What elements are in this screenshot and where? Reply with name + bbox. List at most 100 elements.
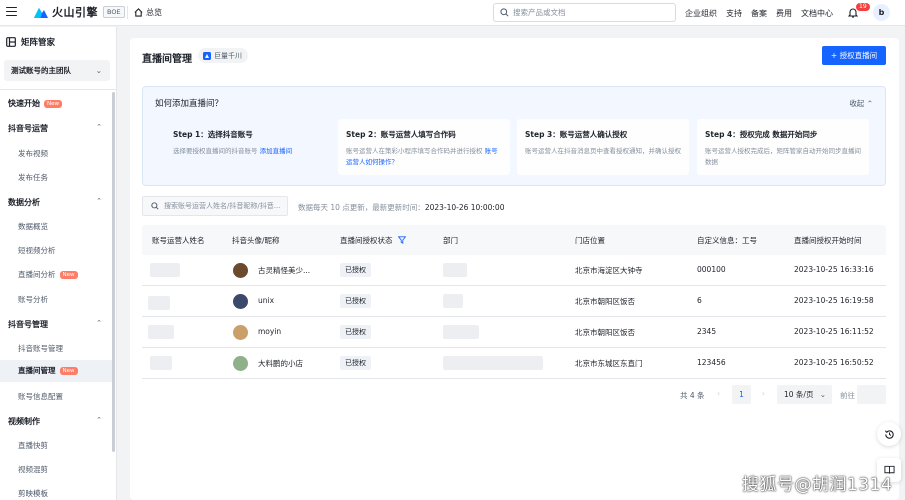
sidebar-group-douyin-ops[interactable]: 抖音号运营 ⌃	[8, 123, 108, 134]
sidebar-item-publish-video[interactable]: 发布视频	[18, 148, 48, 159]
sidebar-item-label: 快速开始	[8, 99, 40, 108]
chevron-up-icon: ⌃	[96, 416, 102, 424]
sidebar-item-live-room-mgmt[interactable]: 直播间管理 New	[0, 360, 112, 382]
new-badge: New	[44, 100, 62, 108]
top-nav-links: 企业组织 支持 备案 费用 文档中心	[685, 8, 842, 19]
nav-enterprise-org[interactable]: 企业组织	[685, 8, 717, 19]
header-avatar-nickname: 抖音头像/昵称	[232, 236, 280, 245]
sidebar-scrollbar[interactable]	[112, 92, 115, 452]
main-panel: 直播间管理 巨量千川 + 授权直播间 如何添加直播间？ 收起 ⌃ Step 1：…	[130, 38, 899, 500]
notification-count: 19	[856, 3, 870, 11]
sidebar-group-video-production[interactable]: 视频制作 ⌃	[8, 416, 108, 427]
page-title: 直播间管理	[142, 54, 192, 65]
redacted-operator-name	[150, 356, 172, 370]
menu-icon[interactable]	[6, 7, 17, 18]
sidebar-item-edit-template[interactable]: 剪映模板	[18, 488, 48, 499]
history-icon	[884, 429, 894, 439]
table-row[interactable]: 大料鹏的小店 已授权 北京市东城区东直门 123456 2023-10-25 1…	[142, 348, 886, 379]
douyin-nickname: 古灵精怪美少...	[258, 266, 311, 275]
sidebar-item-quick-start[interactable]: 快速开始 New	[8, 98, 108, 109]
chevron-down-icon: ⌄	[95, 66, 102, 75]
nav-support[interactable]: 支持	[726, 8, 742, 19]
volcano-engine-logo[interactable]: 火山引擎	[34, 4, 98, 20]
update-time: 2023-10-26 10:00:00	[424, 203, 505, 212]
sidebar-title: 矩阵管家	[21, 38, 56, 48]
auth-start-time: 2023-10-25 16:33:16	[794, 265, 874, 274]
nav-filing[interactable]: 备案	[751, 8, 767, 19]
sidebar-item-short-video-analysis[interactable]: 短视频分析	[18, 245, 56, 256]
douyin-avatar	[233, 294, 248, 309]
add-live-room-link[interactable]: 添加直播间	[260, 147, 293, 155]
redacted-operator-name	[150, 263, 180, 277]
overview-link[interactable]: 总览	[134, 7, 162, 18]
table-row[interactable]: unix 已授权 北京市朝阳区饭否 6 2023-10-25 16:19:58	[142, 286, 886, 317]
auth-start-time: 2023-10-25 16:11:52	[794, 327, 874, 336]
sidebar-item-data-overview[interactable]: 数据概览	[18, 221, 48, 232]
divider	[127, 6, 128, 19]
logo-mark-icon	[34, 5, 48, 19]
redacted-department	[443, 263, 467, 277]
sidebar-item-account-info-config[interactable]: 账号信息配置	[18, 391, 63, 402]
top-navigation-bar: 火山引擎 BOE 总览 企业组织 支持 备案 费用 文档中心 19 b	[0, 0, 905, 26]
sidebar-group-data-analysis[interactable]: 数据分析 ⌃	[8, 197, 108, 208]
matrix-icon	[6, 37, 16, 47]
sidebar-item-publish-task[interactable]: 发布任务	[18, 172, 48, 183]
operator-search-field[interactable]	[142, 196, 288, 216]
environment-badge: BOE	[103, 6, 125, 18]
custom-employee-id: 123456	[697, 358, 726, 367]
chevron-down-icon: ⌄	[819, 390, 826, 399]
prev-page-icon[interactable]: ‹	[717, 389, 720, 398]
search-input[interactable]	[513, 8, 663, 17]
step-desc-text: 账号运营人在策彩小程序填写合作码并进行授权	[346, 147, 483, 155]
douyin-avatar	[233, 263, 248, 278]
sidebar-item-video-mix[interactable]: 视频混剪	[18, 464, 48, 475]
watermark: 搜狐号@胡润1314	[742, 475, 893, 495]
header-store-location: 门店位置	[575, 236, 605, 245]
operator-search-input[interactable]	[164, 202, 284, 210]
sidebar-item-douyin-account-mgmt[interactable]: 抖音账号管理	[18, 343, 63, 354]
sidebar-item-live-clip[interactable]: 直播快剪	[18, 440, 48, 451]
custom-employee-id: 000100	[697, 265, 726, 274]
sidebar-group-label: 抖音号运营	[8, 124, 48, 133]
authorize-live-room-button[interactable]: + 授权直播间	[822, 46, 886, 65]
table-row[interactable]: 古灵精怪美少... 已授权 北京市海淀区大钟寺 000100 2023-10-2…	[142, 255, 886, 286]
store-location: 北京市海淀区大钟寺	[575, 266, 643, 275]
chevron-double-up-icon: ⌃	[866, 99, 873, 108]
sidebar-group-label: 抖音号管理	[8, 320, 48, 329]
user-avatar[interactable]: b	[873, 4, 890, 21]
page-size-value: 10 条/页	[784, 390, 814, 399]
step-title: Step 3：账号运营人确认授权	[525, 130, 628, 139]
goto-page-input[interactable]	[857, 385, 886, 404]
redacted-operator-name	[148, 296, 170, 310]
page-size-select[interactable]: 10 条/页 ⌄	[777, 385, 832, 404]
guide-collapse-toggle[interactable]: 收起 ⌃	[849, 98, 873, 109]
nav-docs[interactable]: 文档中心	[801, 8, 833, 19]
nav-billing[interactable]: 费用	[776, 8, 792, 19]
table-row[interactable]: moyin 已授权 北京市朝阳区饭否 2345 2023-10-25 16:11…	[142, 317, 886, 348]
sidebar-item-live-analysis[interactable]: 直播间分析 New	[18, 269, 78, 280]
qianchuan-tag: 巨量千川	[198, 48, 248, 63]
status-badge: 已授权	[340, 263, 371, 277]
status-badge: 已授权	[340, 325, 371, 339]
guide-step-1: Step 1：选择抖音账号 选择要授权直播间的抖音账号 添加直播间	[165, 119, 337, 175]
step-description: 选择要授权直播间的抖音账号 添加直播间	[173, 146, 329, 157]
header-label: 直播间授权状态	[340, 236, 393, 245]
header-department: 部门	[443, 236, 458, 245]
new-badge: New	[59, 367, 78, 375]
history-button[interactable]	[877, 422, 901, 446]
global-search[interactable]	[493, 3, 676, 22]
sidebar-item-account-analysis[interactable]: 账号分析	[18, 294, 48, 305]
sidebar-group-account-mgmt[interactable]: 抖音号管理 ⌃	[8, 319, 108, 330]
search-icon	[500, 8, 509, 17]
filter-icon[interactable]	[397, 236, 407, 244]
redacted-department	[443, 294, 463, 308]
data-update-note: 数据每天 10 点更新，最新更新时间：2023-10-26 10:00:00	[298, 202, 504, 213]
team-selector[interactable]: 测试账号的主团队 ⌄	[4, 60, 110, 81]
step-title: Step 4：授权完成 数据开始同步	[705, 130, 818, 139]
pagination-page-1[interactable]: 1	[732, 385, 751, 404]
auth-start-time: 2023-10-25 16:19:58	[794, 296, 874, 305]
step-title: Step 2：账号运营人填写合作码	[346, 130, 456, 139]
next-page-icon[interactable]: ›	[762, 389, 765, 398]
header-auth-status: 直播间授权状态	[340, 235, 407, 246]
overview-label: 总览	[146, 8, 162, 17]
